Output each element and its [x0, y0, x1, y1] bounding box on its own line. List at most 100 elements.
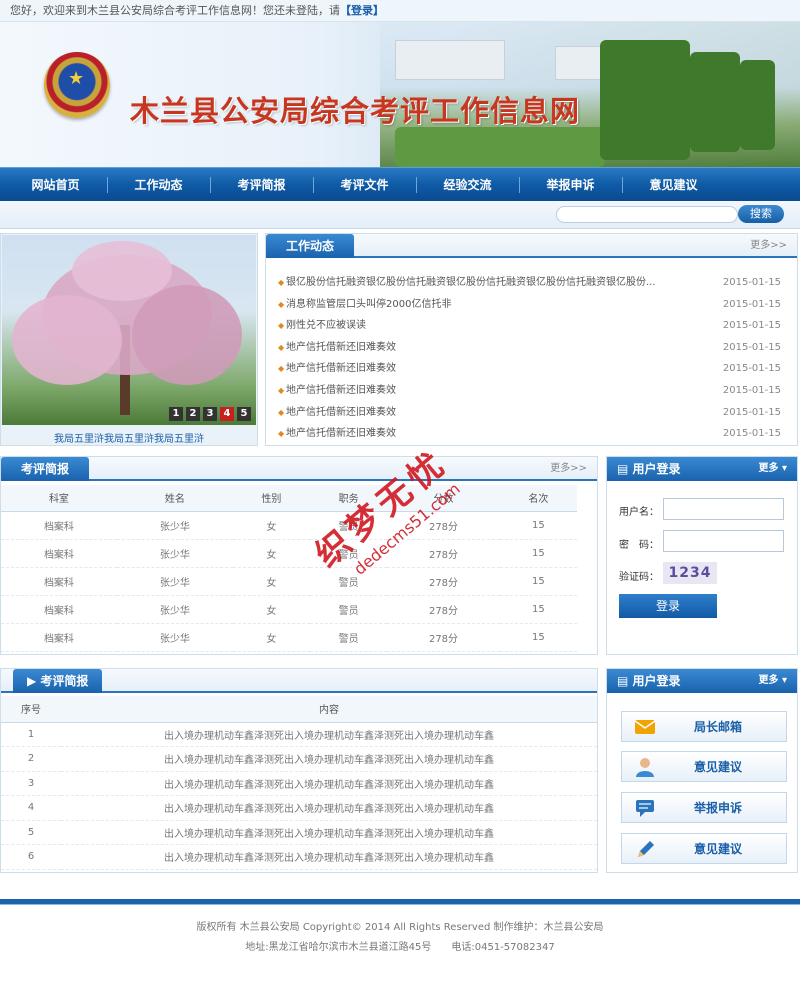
quick-link-mailbox[interactable]: 局长邮箱 [621, 711, 787, 742]
news-date: 2015-01-15 [722, 363, 781, 375]
panel-header: ▤ 用户登录 更多 ▾ [607, 669, 797, 693]
list-item[interactable]: ◆ 地产信托借新还旧难奏效 2015-01-15 [276, 380, 787, 402]
list-item[interactable]: ◆ 地产信托借新还旧难奏效 2015-01-15 [276, 358, 787, 380]
column-header: 内容 [61, 696, 597, 723]
slide-page-3[interactable]: 3 [203, 407, 217, 421]
table-row: 档案科 张少华女警员 278分 15 [1, 567, 577, 596]
table-row[interactable]: 6 出入境办理机动车鑫泽测死出入境办理机动车鑫泽测死出入境办理机动车鑫 [1, 844, 597, 870]
news-title[interactable]: 地产信托借新还旧难奏效 [286, 337, 666, 359]
more-link[interactable]: 更多 ▾ [758, 457, 787, 481]
blossom-shape [132, 285, 242, 385]
chevron-down-icon: ▾ [781, 675, 787, 686]
table-row[interactable]: 2 出入境办理机动车鑫泽测死出入境办理机动车鑫泽测死出入境办理机动车鑫 [1, 746, 597, 772]
table-cell[interactable]: 出入境办理机动车鑫泽测死出入境办理机动车鑫泽测死出入境办理机动车鑫 [61, 771, 597, 796]
login-button[interactable]: 登录 [619, 594, 717, 618]
table-row[interactable]: 4 出入境办理机动车鑫泽测死出入境办理机动车鑫泽测死出入境办理机动车鑫 [1, 795, 597, 821]
table-row[interactable]: 5 出入境办理机动车鑫泽测死出入境办理机动车鑫泽测死出入境办理机动车鑫 [1, 820, 597, 845]
more-link[interactable]: 更多>> [750, 234, 787, 258]
nav-report[interactable]: 举报申诉 [519, 168, 622, 202]
top-login-link[interactable]: 【登录】 [340, 4, 384, 17]
login-panel: ▤ 用户登录 更多 ▾ 用户名： 密 码： 验证码： 1234 登录 [606, 456, 798, 655]
username-field[interactable] [663, 498, 784, 520]
site-title: 木兰县公安局综合考评工作信息网 [130, 94, 581, 128]
column-header: 姓名 [116, 485, 233, 512]
table-row[interactable]: 3 出入境办理机动车鑫泽测死出入境办理机动车鑫泽测死出入境办理机动车鑫 [1, 771, 597, 796]
table-cell: 档案科 [1, 511, 117, 540]
police-emblem-icon: ★ [44, 52, 110, 118]
table-cell: 3 [1, 771, 61, 796]
username-label: 用户名： [619, 507, 659, 518]
table-cell: 女 [232, 567, 311, 596]
news-list: ◆ 银亿股份信托融资银亿股份信托融资银亿股份信托融资银亿股份信托融资银亿股份...… [276, 272, 787, 445]
search-input[interactable] [556, 206, 738, 223]
table-cell[interactable]: 出入境办理机动车鑫泽测死出入境办理机动车鑫泽测死出入境办理机动车鑫 [61, 746, 597, 772]
list-item[interactable]: ◆ 地产信托借新还旧难奏效 2015-01-15 [276, 337, 787, 359]
nav-experience[interactable]: 经验交流 [416, 168, 519, 202]
nav-suggestions[interactable]: 意见建议 [622, 168, 725, 202]
list-item[interactable]: ◆ 银亿股份信托融资银亿股份信托融资银亿股份信托融资银亿股份信托融资银亿股份...… [276, 272, 787, 294]
captcha-label: 验证码： [619, 572, 659, 583]
slideshow-caption[interactable]: 我局五里浒我局五里浒我局五里浒 [1, 430, 257, 445]
slide-page-1[interactable]: 1 [169, 407, 183, 421]
bullet-icon: ◆ [278, 429, 285, 439]
table-cell: 档案科 [1, 567, 117, 596]
slide-page-4[interactable]: 4 [220, 407, 234, 421]
list-item[interactable]: ◆ 地产信托借新还旧难奏效 2015-01-15 [276, 402, 787, 424]
panel-title-text: 考评简报 [40, 674, 89, 688]
table-cell: 张少华 [116, 539, 233, 568]
list-item[interactable]: ◆ 消息称监管层口头叫停2000亿信托非 2015-01-15 [276, 294, 787, 316]
table-cell[interactable]: 出入境办理机动车鑫泽测死出入境办理机动车鑫泽测死出入境办理机动车鑫 [61, 722, 597, 747]
slideshow-image: 1 2 3 4 5 [2, 235, 256, 425]
quick-link-report[interactable]: 举报申诉 [621, 792, 787, 823]
quick-link-label: 局长邮箱 [694, 720, 743, 734]
news-title[interactable]: 地产信托借新还旧难奏效 [286, 380, 666, 402]
news-date: 2015-01-15 [722, 341, 781, 353]
list-item[interactable]: ◆ 刚性兑不应被误读 2015-01-15 [276, 315, 787, 337]
slideshow: 1 2 3 4 5 我局五里浒我局五里浒我局五里浒 [0, 233, 258, 446]
quick-link-suggestions[interactable]: 意见建议 [621, 751, 787, 782]
table-row: 档案科 张少华女警员 278分 15 [1, 539, 577, 568]
blossom-shape [72, 241, 172, 301]
news-title[interactable]: 地产信托借新还旧难奏效 [286, 358, 666, 380]
more-text: 更多 [758, 675, 779, 686]
news-title[interactable]: 地产信托借新还旧难奏效 [286, 402, 666, 424]
list-item[interactable]: ◆ 地产信托借新还旧难奏效 2015-01-15 [276, 423, 787, 445]
captcha-image[interactable]: 1234 [663, 562, 717, 584]
greeting-text: 您好，欢迎来到木兰县公安局综合考评工作信息网！您还未登陆，请 [10, 4, 340, 17]
nav-briefing[interactable]: 考评简报 [210, 168, 313, 202]
work-news-panel: 工作动态 更多>> ◆ 银亿股份信托融资银亿股份信托融资银亿股份信托融资银亿股份信… [265, 233, 798, 446]
bullet-icon: ◆ [278, 407, 285, 417]
pencil-icon [638, 841, 654, 857]
table-cell: 张少华 [116, 511, 233, 540]
table-cell: 15 [499, 539, 577, 568]
hedge-shape [395, 127, 605, 167]
news-title[interactable]: 银亿股份信托融资银亿股份信托融资银亿股份信托融资银亿股份信托融资银亿股份... [286, 272, 666, 294]
bullet-icon: ◆ [278, 342, 285, 352]
footer: 版权所有 木兰县公安局 Copyright© 2014 All Rights R… [0, 918, 800, 958]
nav-home[interactable]: 网站首页 [4, 168, 107, 202]
table-cell: 张少华 [116, 567, 233, 596]
slide-page-2[interactable]: 2 [186, 407, 200, 421]
more-link[interactable]: 更多 ▾ [758, 669, 787, 693]
panel-header: ▶ 考评简报 [1, 669, 597, 693]
nav-documents[interactable]: 考评文件 [313, 168, 416, 202]
news-title[interactable]: 刚性兑不应被误读 [286, 315, 666, 337]
table-row[interactable]: 1 出入境办理机动车鑫泽测死出入境办理机动车鑫泽测死出入境办理机动车鑫 [1, 722, 597, 747]
password-field[interactable] [663, 530, 784, 552]
slide-page-5[interactable]: 5 [237, 407, 251, 421]
table-cell[interactable]: 出入境办理机动车鑫泽测死出入境办理机动车鑫泽测死出入境办理机动车鑫 [61, 844, 597, 870]
table-cell[interactable]: 出入境办理机动车鑫泽测死出入境办理机动车鑫泽测死出入境办理机动车鑫 [61, 820, 597, 845]
table-cell: 档案科 [1, 539, 117, 568]
bullet-icon: ◆ [278, 278, 285, 287]
blossom-shape [12, 295, 122, 385]
search-button[interactable]: 搜索 [738, 205, 784, 223]
table-cell: 6 [1, 844, 61, 870]
news-title[interactable]: 消息称监管层口头叫停2000亿信托非 [286, 294, 666, 316]
table-row: 档案科 张少华女警员 278分 15 [1, 595, 577, 624]
more-link[interactable]: 更多>> [550, 457, 587, 481]
password-label: 密 码： [619, 540, 659, 551]
table-row: 档案科 张少华女警员 278分 15 [1, 623, 577, 652]
nav-work-news[interactable]: 工作动态 [107, 168, 210, 202]
quick-link-feedback[interactable]: 意见建议 [621, 833, 787, 864]
table-cell[interactable]: 出入境办理机动车鑫泽测死出入境办理机动车鑫泽测死出入境办理机动车鑫 [61, 795, 597, 821]
